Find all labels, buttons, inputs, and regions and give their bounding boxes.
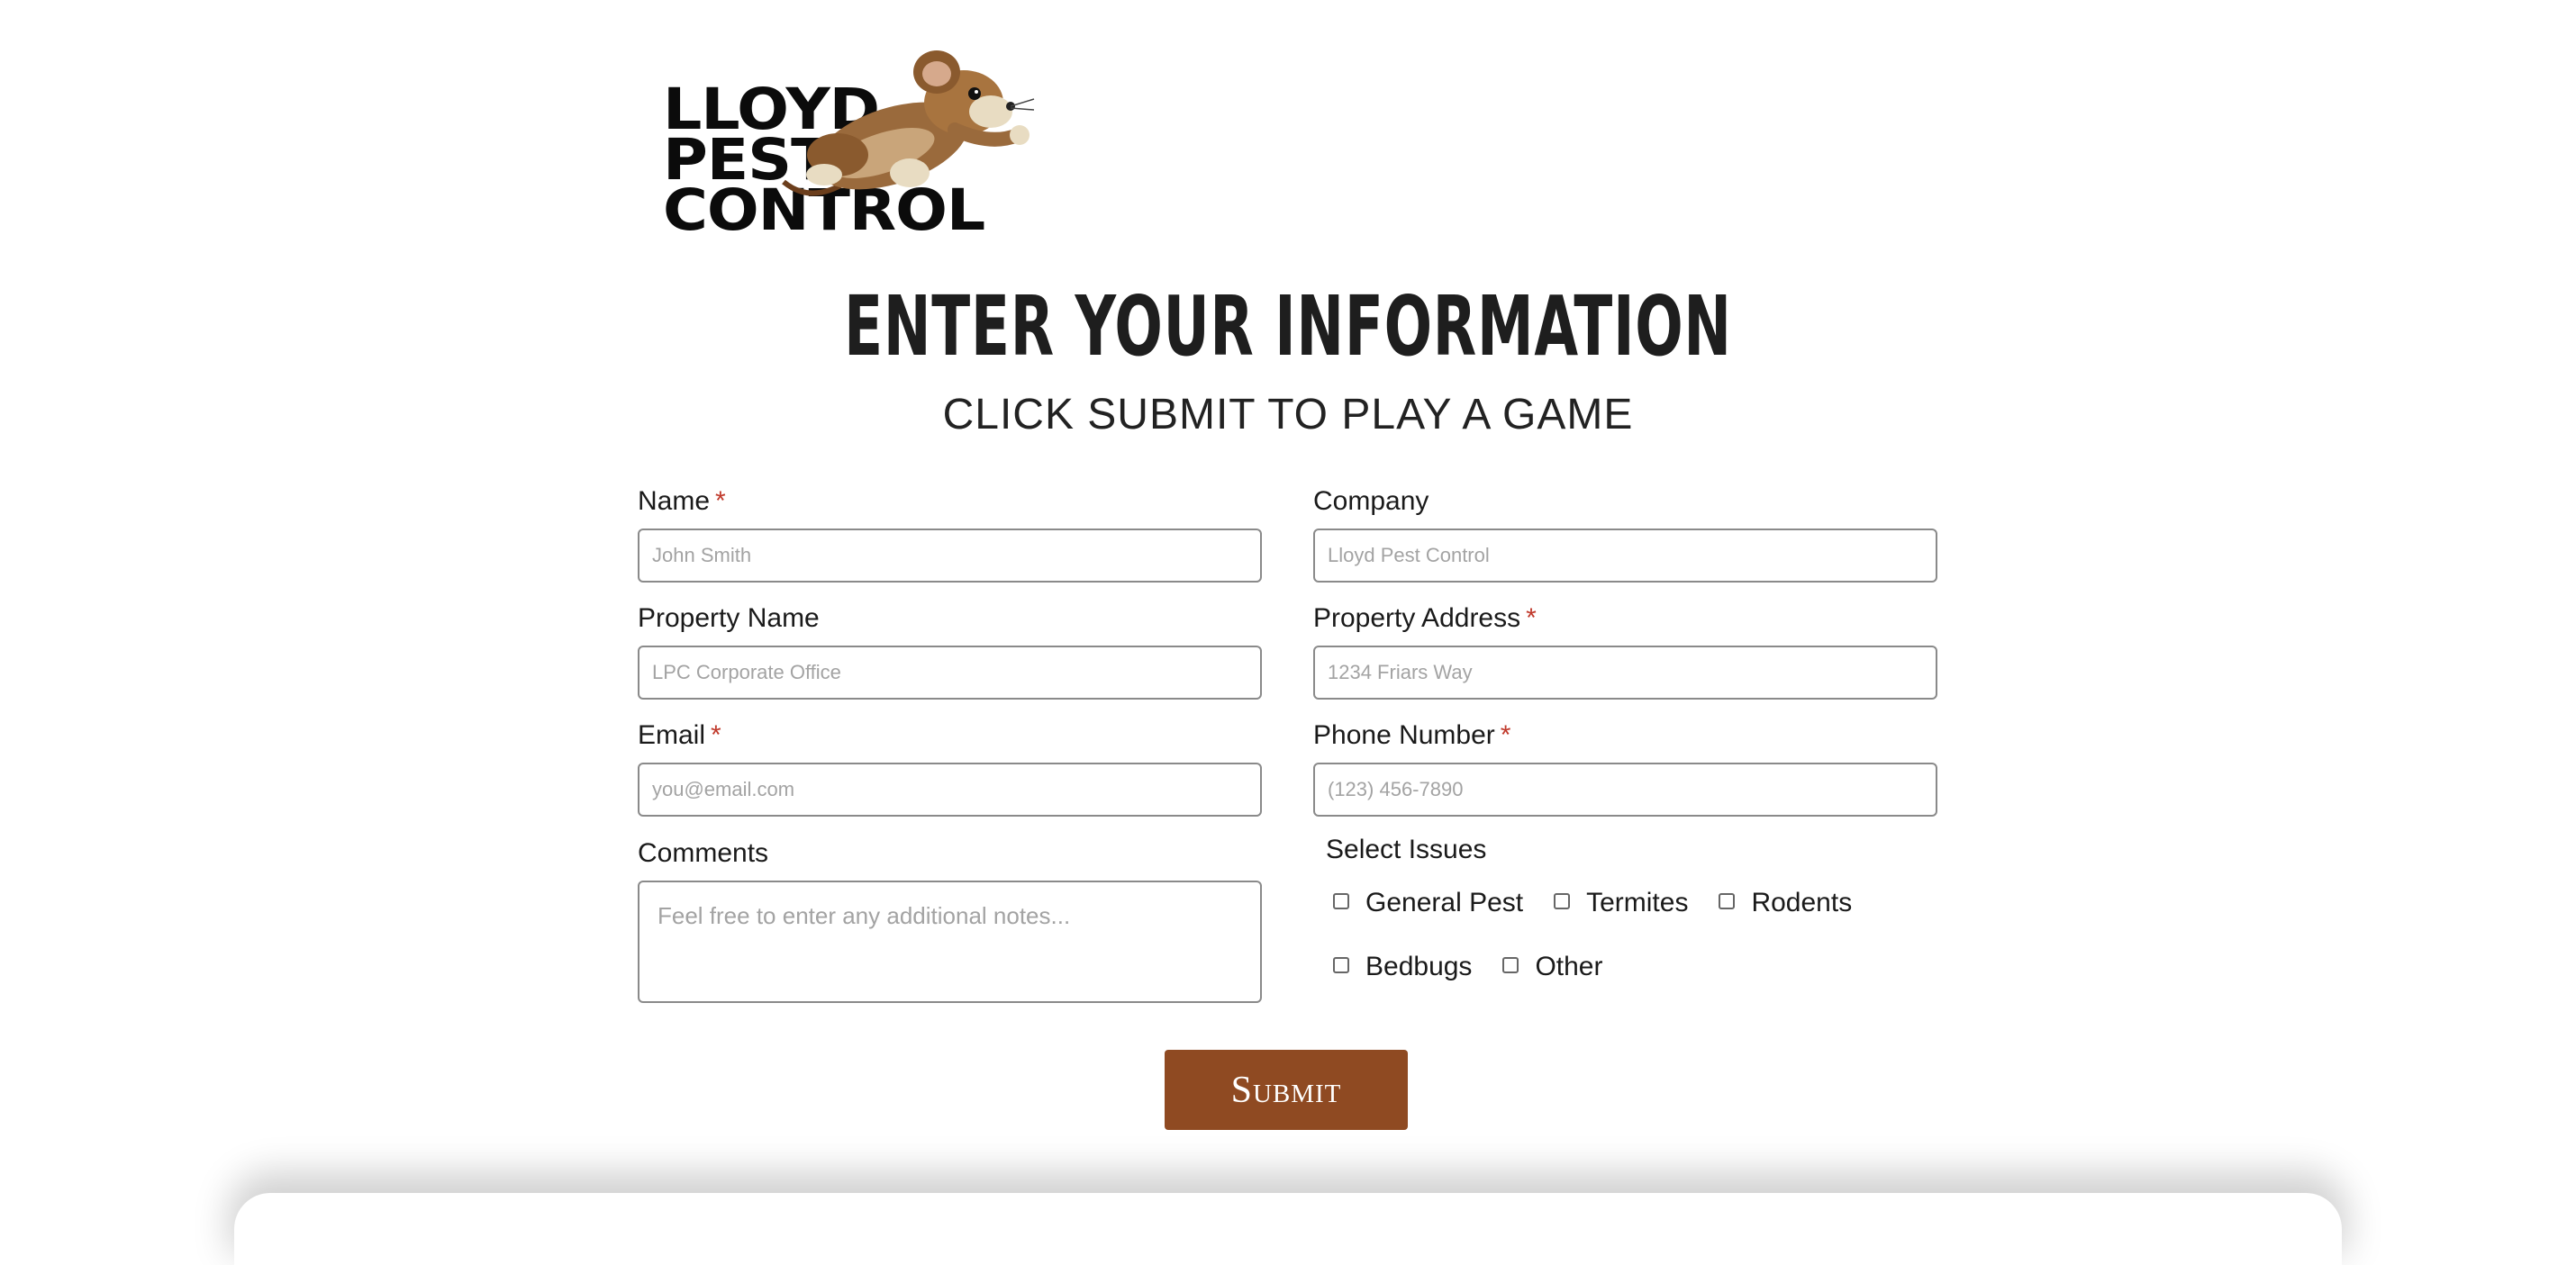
name-field-group: Name * [638,483,1262,583]
phone-field-group: Phone Number * [1313,718,1937,817]
required-asterisk: * [711,720,721,750]
name-input[interactable] [638,529,1262,583]
phone-input[interactable] [1313,763,1937,817]
phone-label: Phone Number * [1313,720,1511,750]
logo: LLOYD PEST CONTROL [658,47,1035,239]
rodents-label: Rodents [1751,888,1853,917]
issue-option-other[interactable]: Other [1502,952,1602,982]
bedbugs-label: Bedbugs [1365,952,1473,981]
property-address-input[interactable] [1313,646,1937,700]
property-name-field-group: Property Name [638,601,1262,700]
footer-panel [234,1193,2342,1265]
company-label: Company [1313,486,1429,516]
issue-option-rodents[interactable]: Rodents [1719,888,1852,918]
termites-checkbox[interactable] [1554,893,1571,909]
property-address-field-group: Property Address * [1313,601,1937,700]
termites-label: Termites [1586,888,1689,917]
issue-option-bedbugs[interactable]: Bedbugs [1333,952,1472,982]
required-asterisk: * [715,486,726,516]
other-checkbox[interactable] [1502,957,1519,973]
page-title: ENTER YOUR INFORMATION [844,278,1732,375]
issues-group: Select Issues General Pest Termites Rode… [1326,832,1852,981]
rodents-checkbox[interactable] [1719,893,1736,909]
issues-row-2: Bedbugs Other [1333,952,1633,982]
issue-option-general-pest[interactable]: General Pest [1333,888,1523,918]
property-name-input[interactable] [638,646,1262,700]
page-subtitle: CLICK SUBMIT TO PLAY A GAME [942,391,1634,438]
other-label: Other [1535,952,1603,981]
issues-label: Select Issues [1326,835,1487,864]
email-input[interactable] [638,763,1262,817]
general-pest-checkbox[interactable] [1333,893,1349,909]
general-pest-label: General Pest [1365,888,1524,917]
mouse-mascot-icon [782,50,1035,196]
bedbugs-checkbox[interactable] [1333,957,1349,973]
required-asterisk: * [1500,720,1511,750]
company-input[interactable] [1313,529,1937,583]
submit-button[interactable]: Submit [1165,1050,1408,1130]
required-asterisk: * [1526,603,1537,633]
property-address-label: Property Address * [1313,603,1537,633]
issues-row-1: General Pest Termites Rodents [1333,888,1882,918]
property-name-label: Property Name [638,603,820,633]
email-label: Email * [638,720,721,750]
name-label: Name * [638,486,726,516]
email-field-group: Email * [638,718,1262,817]
issue-option-termites[interactable]: Termites [1554,888,1688,918]
comments-textarea[interactable] [638,881,1262,1003]
comments-field-group: Comments [638,836,1262,1003]
company-field-group: Company [1313,483,1937,583]
comments-label: Comments [638,838,769,868]
